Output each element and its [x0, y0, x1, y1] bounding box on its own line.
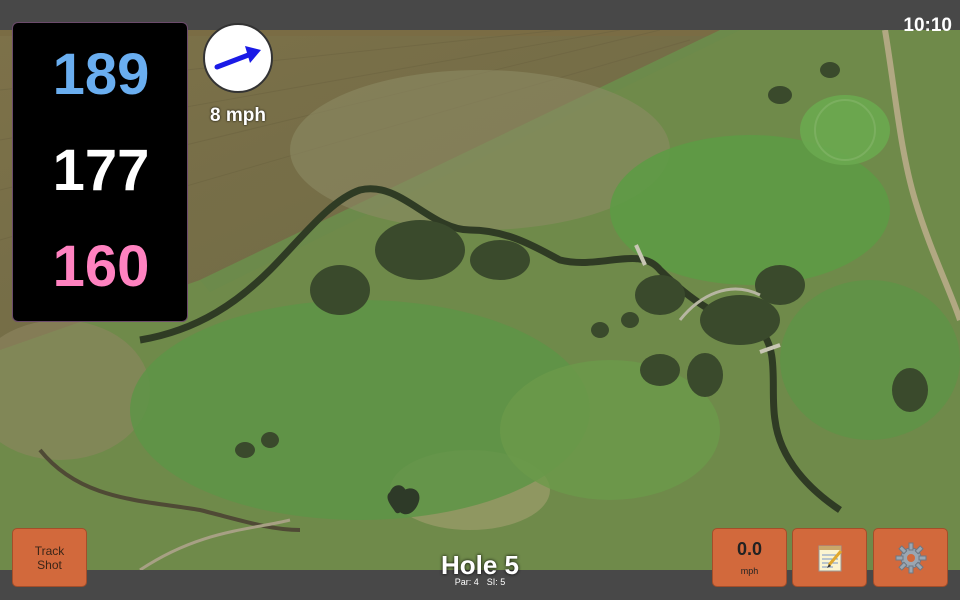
notepad-icon	[818, 545, 842, 571]
front-distance: 160	[52, 234, 150, 299]
track-shot-line1: Track	[34, 543, 65, 558]
hole-par: Par: 4	[454, 577, 479, 587]
gear-icon	[895, 542, 926, 573]
speed-value: 0.0	[736, 539, 763, 559]
hole-stroke-index: SI: 5	[486, 577, 506, 587]
arrow-icon	[214, 46, 261, 70]
wind-speed: 8 mph	[210, 105, 266, 126]
notes-button[interactable]	[792, 528, 867, 587]
settings-button[interactable]	[873, 528, 948, 587]
clock: 10:10	[903, 15, 952, 36]
speed-unit: mph	[740, 566, 759, 576]
track-shot-line2: Shot	[37, 557, 62, 572]
middle-distance: 177	[52, 138, 150, 203]
hole-info: Par: 4 SI: 5	[380, 577, 580, 587]
wind-indicator	[203, 23, 273, 93]
distance-panel: 189 177 160	[12, 22, 188, 322]
speed-button[interactable]: 0.0 mph	[712, 528, 787, 587]
track-shot-button[interactable]: Track Shot	[12, 528, 87, 587]
back-distance: 189	[52, 42, 150, 107]
